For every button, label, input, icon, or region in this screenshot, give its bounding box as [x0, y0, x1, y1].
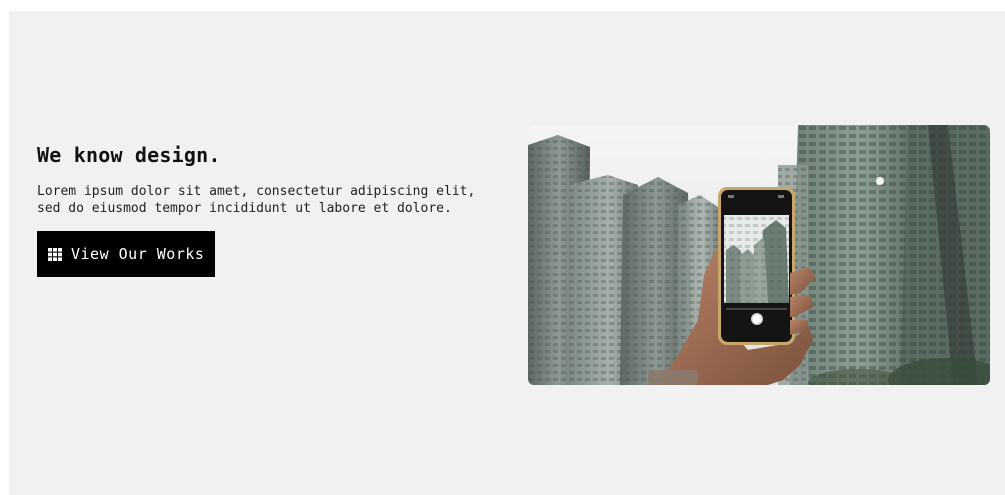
hero-title: We know design.	[37, 143, 221, 167]
grid-icon	[48, 247, 62, 261]
city-phone-photo	[528, 125, 990, 385]
page-section: We know design. Lorem ipsum dolor sit am…	[9, 11, 1005, 495]
view-our-works-label: View Our Works	[71, 245, 205, 263]
hero-text-block: We know design. Lorem ipsum dolor sit am…	[37, 143, 487, 277]
hero-image	[528, 125, 990, 385]
view-our-works-button[interactable]: View Our Works	[37, 231, 216, 277]
hero-description: Lorem ipsum dolor sit amet, consectetur …	[37, 184, 476, 216]
